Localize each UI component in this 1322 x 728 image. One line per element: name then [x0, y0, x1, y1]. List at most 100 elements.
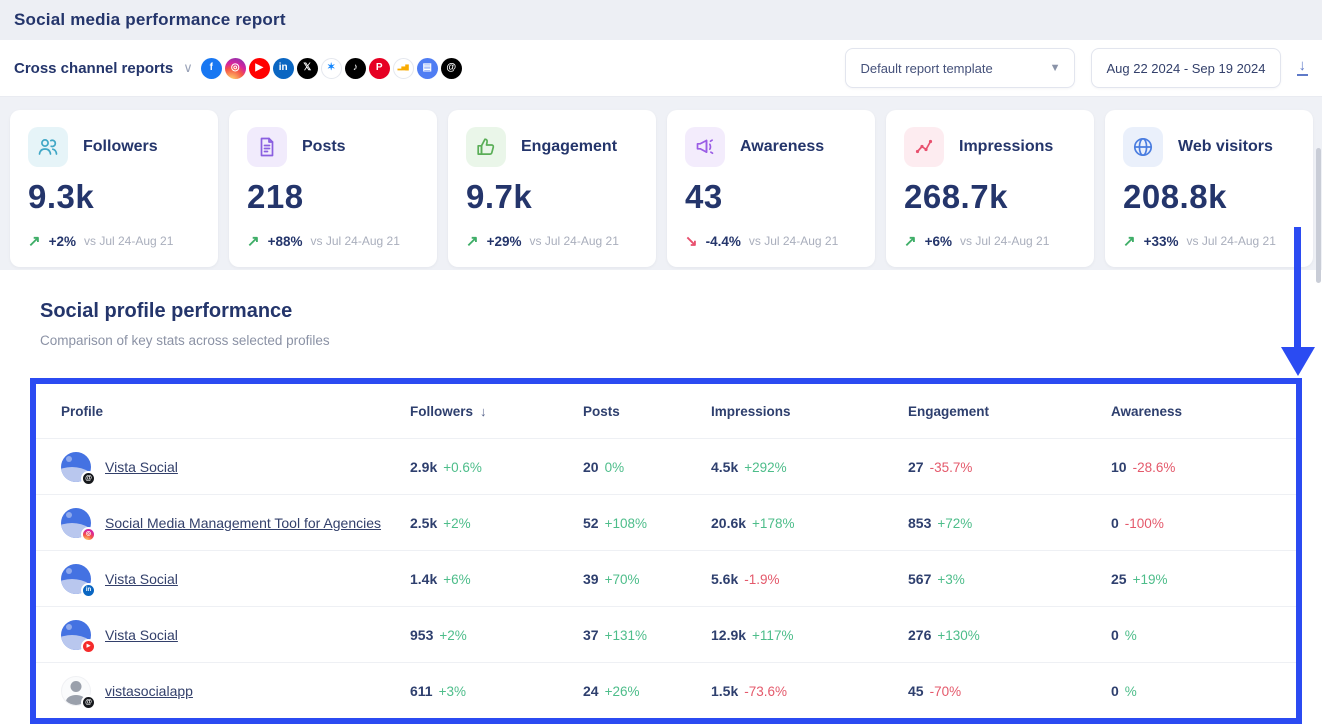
impressions-icon: [904, 127, 944, 167]
section-subtitle: Comparison of key stats across selected …: [40, 333, 1322, 348]
column-header-impressions[interactable]: Impressions: [711, 404, 908, 419]
download-icon[interactable]: ↓: [1297, 60, 1309, 76]
stat-card-footer: ↗+33%vs Jul 24-Aug 21: [1123, 232, 1295, 250]
column-header-engagement[interactable]: Engagement: [908, 404, 1111, 419]
blogger-icon[interactable]: ▤: [417, 58, 438, 79]
table-header-row: Profile Followers↓ Posts Impressions Eng…: [36, 384, 1296, 438]
stat-card-footer: ↗+6%vs Jul 24-Aug 21: [904, 232, 1076, 250]
stat-card-value: 268.7k: [904, 178, 1076, 216]
impressions-cell: 20.6k +178%: [711, 515, 908, 531]
awareness-icon: [685, 127, 725, 167]
stat-card-delta: +6%: [925, 234, 952, 249]
cross-channel-reports-label[interactable]: Cross channel reports: [14, 60, 173, 77]
column-header-awareness[interactable]: Awareness: [1111, 404, 1296, 419]
followers-value: 1.4k: [410, 571, 437, 587]
engagement-value: 27: [908, 459, 924, 475]
column-header-profile[interactable]: Profile: [61, 404, 410, 419]
awareness-value: 10: [1111, 459, 1127, 475]
impressions-value: 12.9k: [711, 627, 746, 643]
linkedin-badge-icon: in: [81, 583, 96, 598]
profile-avatar: in: [61, 564, 91, 594]
trend-up-icon: ↗: [904, 232, 917, 250]
awareness-cell: 0%: [1111, 627, 1296, 643]
posts-delta: +70%: [605, 572, 640, 587]
profile-avatar: @: [61, 452, 91, 482]
profile-cell: ▶Vista Social: [61, 620, 410, 650]
engagement-delta: +3%: [937, 572, 964, 587]
awareness-delta: %: [1125, 628, 1137, 643]
facebook-icon[interactable]: f: [201, 58, 222, 79]
posts-cell: 37+131%: [583, 627, 711, 643]
chevron-down-icon[interactable]: ∨: [183, 60, 193, 76]
engagement-cell: 567+3%: [908, 571, 1111, 587]
table-row: in Vista Social 1.4k+6%39+70%5.6k-1.9%567+…: [36, 550, 1296, 606]
toolbar-right: Default report template ▼ Aug 22 2024 - …: [845, 48, 1308, 88]
profile-link[interactable]: Vista Social: [105, 627, 178, 643]
x-icon[interactable]: 𝕏: [297, 58, 318, 79]
stat-card-value: 43: [685, 178, 857, 216]
followers-cell: 611+3%: [410, 683, 583, 699]
date-range-value: Aug 22 2024 - Sep 19 2024: [1106, 61, 1265, 76]
impressions-cell: 5.6k-1.9%: [711, 571, 908, 587]
web-visitors-icon: [1123, 127, 1163, 167]
linkedin-icon[interactable]: in: [273, 58, 294, 79]
stat-card-label: Impressions: [959, 138, 1053, 156]
profile-avatar: @: [61, 676, 91, 706]
impressions-delta: +117%: [752, 628, 793, 643]
engagement-cell: 853+72%: [908, 515, 1111, 531]
google-analytics-icon[interactable]: ▂▅█: [393, 58, 414, 79]
annotation-arrow-head-icon: [1281, 347, 1315, 376]
stat-card-label: Web visitors: [1178, 138, 1273, 156]
threads-badge-icon: @: [81, 695, 96, 710]
trend-up-icon: ↗: [28, 232, 41, 250]
followers-cell: 1.4k+6%: [410, 571, 583, 587]
awareness-value: 0: [1111, 515, 1119, 531]
date-range-picker[interactable]: Aug 22 2024 - Sep 19 2024: [1091, 48, 1280, 88]
profile-cell: @ Vista Social: [61, 452, 410, 482]
impressions-delta: +178%: [752, 516, 794, 531]
pinterest-icon[interactable]: P: [369, 58, 390, 79]
awareness-delta: -28.6%: [1133, 460, 1176, 475]
engagement-value: 45: [908, 683, 924, 699]
posts-cell: 39+70%: [583, 571, 711, 587]
posts-delta: +108%: [605, 516, 647, 531]
followers-delta: +0.6%: [443, 460, 482, 475]
instagram-icon[interactable]: ◎: [225, 58, 246, 79]
stat-card-label: Posts: [302, 138, 346, 156]
stat-card-compare: vs Jul 24-Aug 21: [749, 234, 838, 248]
engagement-cell: 45-70%: [908, 683, 1111, 699]
awareness-cell: 0 -100%: [1111, 515, 1296, 531]
profile-link[interactable]: vistasocialapp: [105, 683, 193, 699]
stat-card-delta: +2%: [49, 234, 76, 249]
followers-value: 611: [410, 683, 433, 699]
followers-delta: +2%: [443, 516, 470, 531]
bluesky-icon[interactable]: ✶: [321, 58, 342, 79]
column-header-posts[interactable]: Posts: [583, 404, 711, 419]
report-toolbar: Cross channel reports ∨ f◎▶in𝕏✶♪P▂▅█▤@ D…: [0, 40, 1322, 97]
stat-card-delta: +29%: [487, 234, 522, 249]
awareness-delta: -100%: [1125, 516, 1164, 531]
youtube-icon[interactable]: ▶: [249, 58, 270, 79]
awareness-delta: %: [1125, 684, 1137, 699]
engagement-cell: 276+130%: [908, 627, 1111, 643]
report-template-select[interactable]: Default report template ▼: [845, 48, 1075, 88]
profile-link[interactable]: Social Media Management Tool for Agencie…: [105, 515, 381, 531]
stat-card-footer: ↗+29%vs Jul 24-Aug 21: [466, 232, 638, 250]
profile-link[interactable]: Vista Social: [105, 459, 178, 475]
annotation-rectangle: Profile Followers↓ Posts Impressions Eng…: [30, 378, 1302, 724]
page-title: Social media performance report: [14, 10, 286, 30]
engagement-delta: +130%: [937, 628, 979, 643]
stat-card-label: Awareness: [740, 138, 824, 156]
tiktok-icon[interactable]: ♪: [345, 58, 366, 79]
profile-link[interactable]: Vista Social: [105, 571, 178, 587]
column-header-followers[interactable]: Followers↓: [410, 404, 583, 419]
table-row: @Vista Social2.9k+0.6%200%4.5k+292%27-35…: [36, 438, 1296, 494]
report-template-value: Default report template: [860, 61, 992, 76]
stat-card-label: Followers: [83, 138, 158, 156]
annotation-arrow-line: [1294, 227, 1301, 349]
threads-icon[interactable]: @: [441, 58, 462, 79]
posts-icon: [247, 127, 287, 167]
impressions-value: 20.6k: [711, 515, 746, 531]
impressions-value: 1.5k: [711, 683, 738, 699]
vertical-scrollbar[interactable]: [1316, 148, 1321, 283]
